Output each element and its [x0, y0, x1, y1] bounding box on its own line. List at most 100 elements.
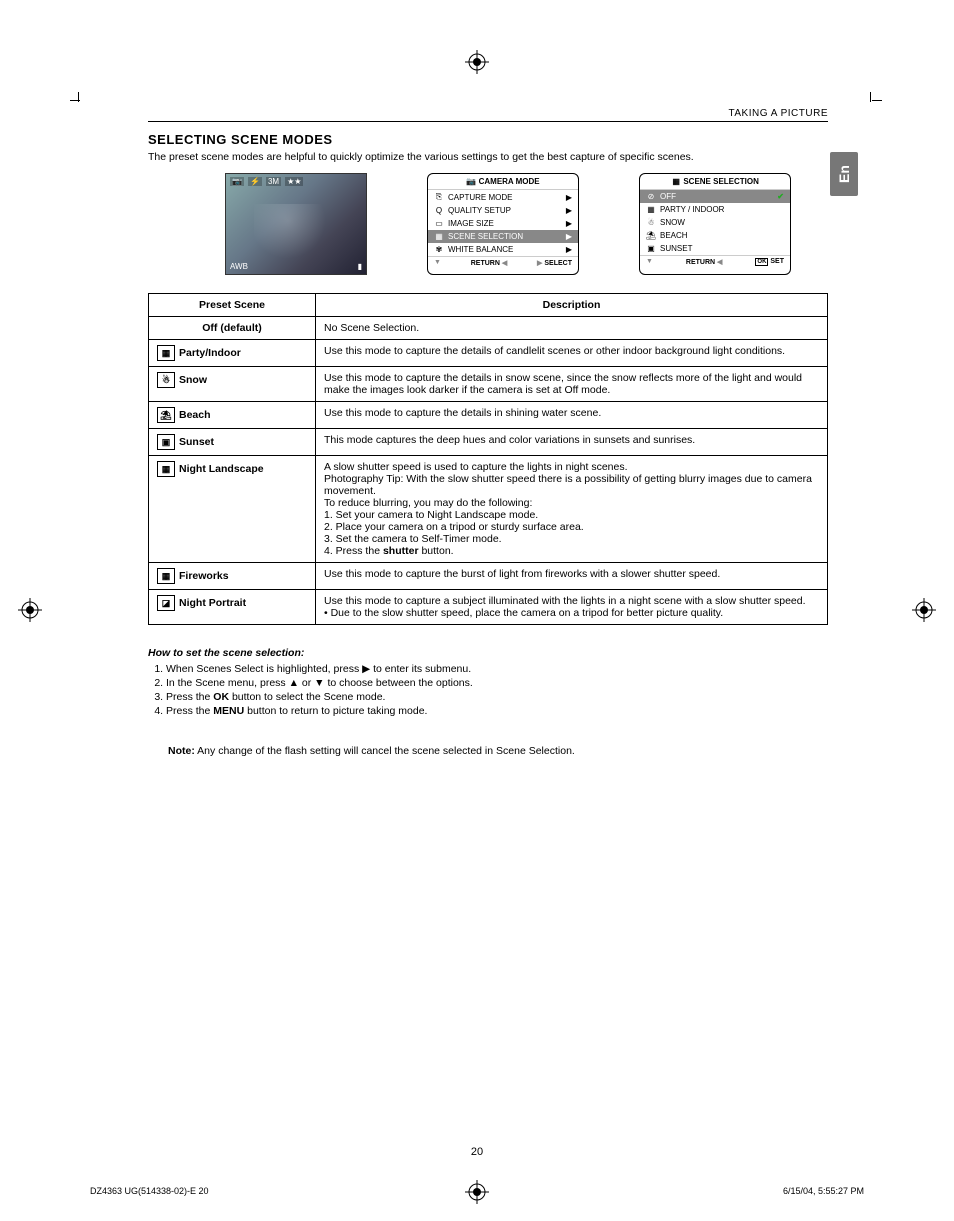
left-triangle-icon: ◀: [502, 260, 507, 267]
menu-item: ▦SCENE SELECTION▶: [428, 230, 578, 243]
scene-name-cell: Off (default): [149, 317, 316, 340]
scene-mode-icon: ◪: [157, 595, 175, 611]
language-tab: En: [830, 152, 858, 196]
note-text: Any change of the flash setting will can…: [195, 745, 575, 757]
menu-item: ▦ PARTY / INDOOR: [640, 203, 790, 216]
scene-name: Fireworks: [179, 570, 229, 582]
return-label: RETURN: [471, 260, 500, 267]
scene-name-cell: ☃Snow: [149, 367, 316, 402]
scene-icon: ▦: [671, 177, 681, 186]
scene-mode-icon: ☃: [157, 372, 175, 388]
down-triangle-icon: ▼: [646, 258, 653, 265]
page-number: 20: [0, 1146, 954, 1158]
down-triangle-icon: ▼: [434, 259, 441, 266]
menu-item-label: SUNSET: [660, 244, 692, 253]
scene-name-cell: ◪ Night Portrait: [149, 590, 316, 625]
page-content: TAKING A PICTURE SELECTING SCENE MODES T…: [148, 108, 828, 757]
illustration-row: 📷 ⚡ 3M ★★ AWB ▮ 📷 CAMERA MODE ⎘CAPTURE M…: [188, 173, 828, 275]
return-label: RETURN: [686, 259, 715, 266]
table-row: ☃SnowUse this mode to capture the detail…: [149, 367, 828, 402]
scene-mode-icon: ▦: [157, 461, 175, 477]
registration-left: [18, 598, 42, 622]
menu-title: 📷 CAMERA MODE: [428, 174, 578, 190]
menu-item-label: BEACH: [660, 231, 688, 240]
menu-item: ⛱ BEACH: [640, 229, 790, 242]
scene-name-cell: ⛱ Beach: [149, 402, 316, 429]
osd-battery-icon: ▮: [358, 262, 362, 271]
menu-item-icon: ⎘: [434, 192, 444, 202]
scene-mode-icon: ⛱: [157, 407, 175, 423]
left-triangle-icon: ◀: [717, 259, 722, 266]
section-intro: The preset scene modes are helpful to qu…: [148, 151, 828, 163]
check-icon: ✔: [777, 192, 784, 201]
menu-footer: ▼ RETURN ◀ ▶ SELECT: [428, 256, 578, 269]
table-row: ▣SunsetThis mode captures the deep hues …: [149, 429, 828, 456]
howto-step: In the Scene menu, press ▲ or ▼ to choos…: [166, 677, 828, 689]
crop-tick: [872, 100, 882, 101]
menu-item: Q QUALITY SETUP ▶: [428, 204, 578, 217]
scene-name: Night Landscape: [179, 463, 264, 475]
table-row: ▦ Fireworks Use this mode to capture the b…: [149, 563, 828, 590]
ok-badge: OK: [755, 258, 768, 266]
table-header-scene: Preset Scene: [149, 294, 316, 317]
menu-item: ▭IMAGE SIZE▶: [428, 217, 578, 230]
scene-desc-cell: No Scene Selection.: [316, 317, 828, 340]
table-row: ◪ Night Portrait Use this mode to capture …: [149, 590, 828, 625]
note-prefix: Note:: [168, 745, 195, 757]
menu-title: ▦ SCENE SELECTION: [640, 174, 790, 190]
section-title: SELECTING SCENE MODES: [148, 132, 828, 147]
menu-item-label: PARTY / INDOOR: [660, 205, 724, 214]
chevron-right-icon: ▶: [566, 219, 572, 228]
menu-item-icon: ▦: [646, 205, 656, 214]
howto-section: How to set the scene selection: When Sce…: [148, 647, 828, 717]
scene-desc-cell: Use this mode to capture the details of …: [316, 340, 828, 367]
menu-item-icon: ▦: [434, 232, 444, 241]
howto-steps: When Scenes Select is highlighted, press…: [148, 663, 828, 717]
menu-item: ☃SNOW: [640, 216, 790, 229]
set-label: SET: [770, 258, 784, 265]
menu-title-text: SCENE SELECTION: [683, 177, 759, 186]
scene-mode-icon: ▦: [157, 568, 175, 584]
menu-item-icon: Q: [434, 206, 444, 215]
menu-item-icon: ⊘: [646, 192, 656, 201]
menu-item: ▣ SUNSET: [640, 242, 790, 255]
breadcrumb: TAKING A PICTURE: [148, 108, 828, 122]
menu-item-icon: ▣: [646, 244, 656, 253]
scene-desc-cell: Use this mode to capture the details in …: [316, 367, 828, 402]
chevron-right-icon: ▶: [566, 206, 572, 215]
menu-item-icon: ☃: [646, 218, 656, 227]
scene-name: Beach: [179, 409, 211, 421]
osd-awb: AWB: [230, 262, 248, 271]
scene-name: Night Portrait: [179, 597, 246, 609]
scene-name: Off (default): [202, 322, 262, 334]
menu-item-label: QUALITY SETUP: [448, 206, 511, 215]
camera-icon: 📷: [466, 177, 476, 186]
chevron-right-icon: ▶: [566, 193, 572, 202]
scene-name-cell: ▣Sunset: [149, 429, 316, 456]
table-row: ⛱ Beach Use this mode to capture the detai…: [149, 402, 828, 429]
scene-desc-cell: Use this mode to capture the details in …: [316, 402, 828, 429]
registration-right: [912, 598, 936, 622]
menu-title-text: CAMERA MODE: [479, 177, 540, 186]
scene-name-cell: ▦Party/Indoor: [149, 340, 316, 367]
osd-top: 📷 ⚡ 3M ★★: [230, 177, 362, 186]
menu-item-icon: ⛱: [646, 231, 656, 240]
footer-filename: DZ4363 UG(514338-02)-E 20: [90, 1186, 209, 1196]
osd-resolution: 3M: [266, 177, 281, 186]
howto-title: How to set the scene selection:: [148, 647, 828, 659]
scene-desc-cell: This mode captures the deep hues and col…: [316, 429, 828, 456]
menu-item: ⊘OFF✔: [640, 190, 790, 203]
menu-item-icon: ✾: [434, 245, 444, 254]
osd-camera-icon: 📷: [230, 177, 244, 186]
footer-timestamp: 6/15/04, 5:55:27 PM: [783, 1186, 864, 1196]
menu-footer: ▼ RETURN ◀ OK SET: [640, 255, 790, 268]
menu-item: ⎘CAPTURE MODE▶: [428, 190, 578, 204]
scene-desc-cell: Use this mode to capture a subject illum…: [316, 590, 828, 625]
registration-top: [465, 50, 489, 74]
scene-desc-cell: A slow shutter speed is used to capture …: [316, 456, 828, 563]
scene-selection-menu: ▦ SCENE SELECTION ⊘OFF✔▦PARTY / INDOOR☃S…: [639, 173, 791, 275]
table-header-desc: Description: [316, 294, 828, 317]
howto-step: Press the MENU button to return to pictu…: [166, 705, 828, 717]
table-row: ▦Party/IndoorUse this mode to capture th…: [149, 340, 828, 367]
scene-desc-cell: Use this mode to capture the burst of li…: [316, 563, 828, 590]
